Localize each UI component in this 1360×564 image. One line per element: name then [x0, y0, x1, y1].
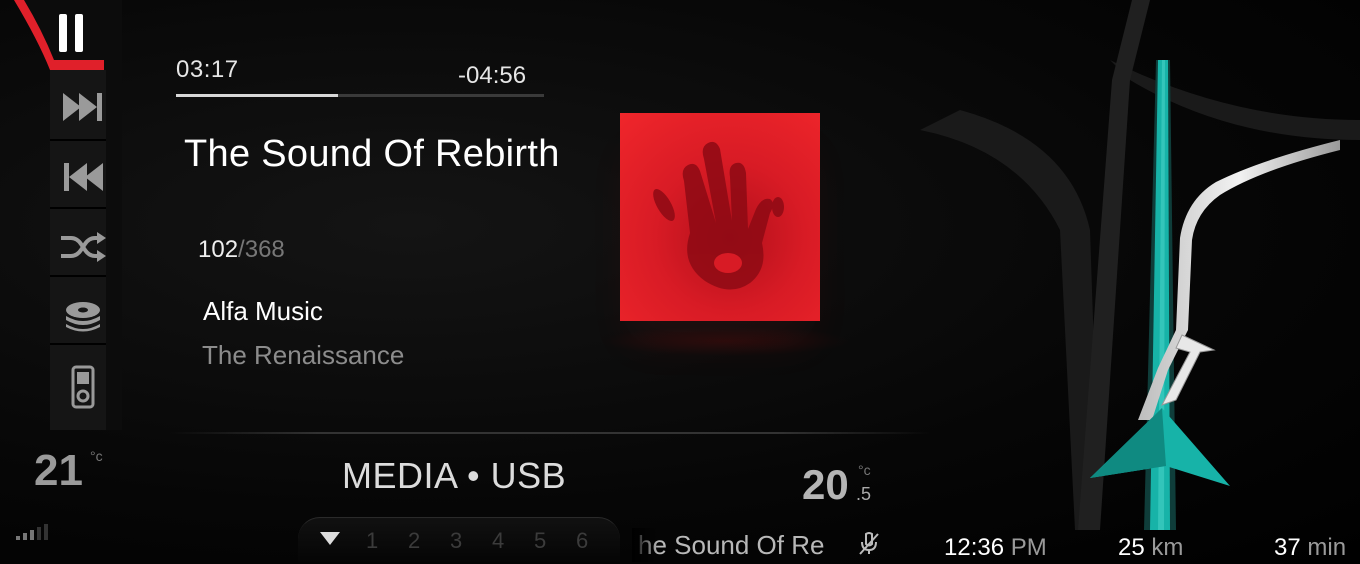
progress-fill: [176, 94, 338, 97]
preset-1[interactable]: 1: [366, 528, 378, 554]
divider: [170, 432, 930, 434]
shuffle-button[interactable]: [52, 222, 114, 272]
driver-temperature[interactable]: 21: [34, 446, 83, 496]
track-index: 102: [198, 236, 239, 263]
track-total: /368: [238, 236, 285, 263]
track-title: The Sound Of Rebirth: [184, 133, 560, 175]
disc-stack-icon: [66, 302, 100, 332]
media-control-rail: [10, 0, 122, 430]
clock: 12:36 PM: [944, 534, 1047, 562]
preset-3[interactable]: 3: [450, 528, 462, 554]
previous-track-icon: [64, 163, 103, 191]
distance-value: 25: [1118, 534, 1145, 561]
preset-2[interactable]: 2: [408, 528, 420, 554]
ipod-source-button[interactable]: [52, 362, 114, 412]
media-library-button[interactable]: [52, 292, 114, 342]
remaining-time: -04:56: [458, 62, 527, 89]
track-counter: 102/368: [198, 236, 285, 264]
ipod-icon: [71, 365, 95, 409]
clock-time: 12:36: [944, 534, 1005, 561]
source-label[interactable]: MEDIA • USB: [342, 455, 566, 497]
signal-strength-icon: [16, 524, 48, 540]
ticker-fade: [632, 528, 658, 562]
passenger-temperature-decimal: .5: [856, 484, 872, 504]
now-playing-ticker: he Sound Of Re: [638, 530, 825, 560]
album-art-reflection: [600, 326, 850, 356]
eta-unit: min: [1307, 534, 1347, 561]
time-to-destination: 37 min: [1274, 534, 1346, 562]
preset-5[interactable]: 5: [534, 528, 546, 554]
navigation-map[interactable]: [900, 0, 1360, 530]
voice-mute-icon[interactable]: [858, 532, 880, 556]
progress-bar[interactable]: [176, 94, 544, 97]
next-track-button[interactable]: [52, 82, 114, 132]
hand-logo-icon: [653, 141, 784, 290]
infotainment-screen: 03:17 -04:56 The Sound Of Rebirth 102/36…: [0, 0, 1360, 564]
pause-button[interactable]: [40, 8, 102, 58]
preset-6[interactable]: 6: [576, 528, 588, 554]
driver-temperature-unit: °c: [90, 448, 103, 464]
album-name: The Renaissance: [202, 340, 405, 370]
album-art[interactable]: [620, 113, 820, 321]
eta-value: 37: [1274, 534, 1301, 561]
clock-ampm: PM: [1010, 534, 1047, 561]
preset-4[interactable]: 4: [492, 528, 504, 554]
artist-name: Alfa Music: [203, 296, 323, 326]
distance-unit: km: [1151, 534, 1184, 561]
preset-dropdown-icon[interactable]: [320, 530, 340, 546]
shuffle-icon: [61, 232, 106, 262]
preset-bar: 1 2 3 4 5 6: [298, 517, 620, 562]
previous-track-button[interactable]: [52, 152, 114, 202]
next-track-icon: [63, 93, 102, 121]
elapsed-time: 03:17: [176, 56, 239, 83]
passenger-temperature[interactable]: 20: [802, 461, 849, 509]
pause-icon: [59, 14, 83, 52]
distance-to-destination: 25 km: [1118, 534, 1183, 562]
passenger-temperature-unit: °c: [858, 462, 871, 478]
